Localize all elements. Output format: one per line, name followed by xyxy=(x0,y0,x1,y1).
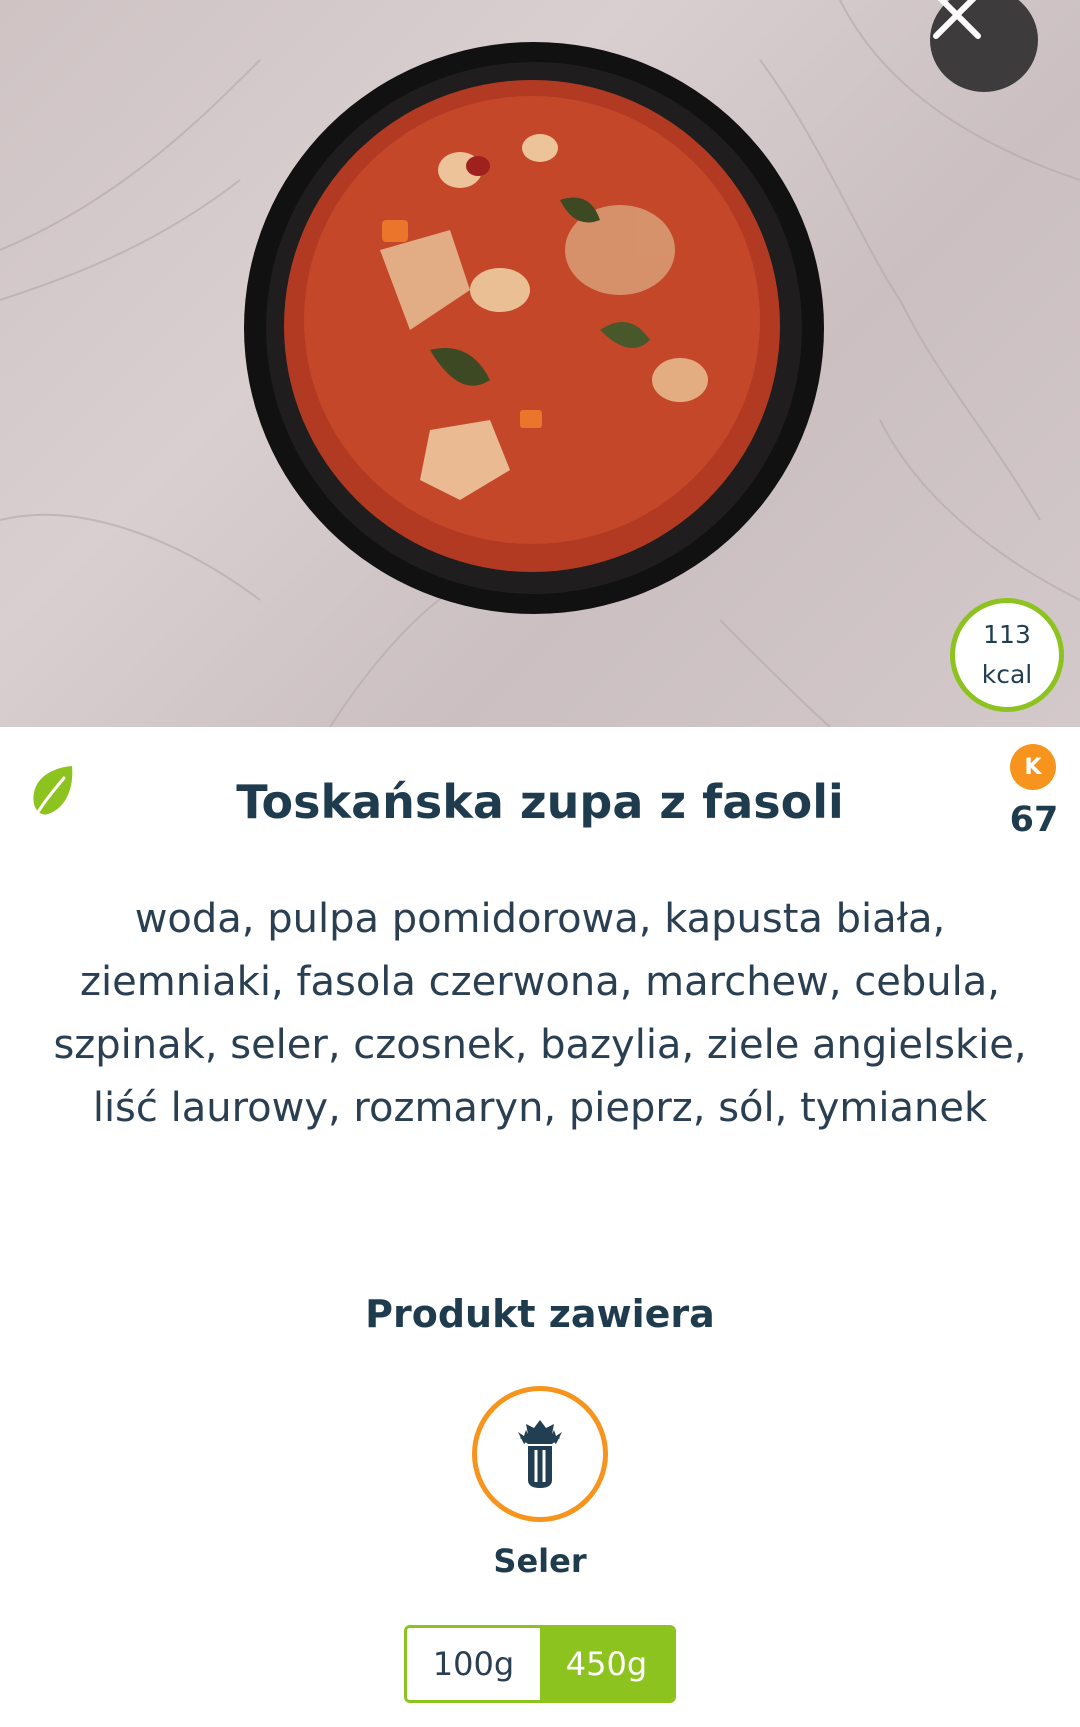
score-value: 67 xyxy=(1009,800,1059,840)
celery-icon xyxy=(518,1420,562,1488)
size-option-450g[interactable]: 450g xyxy=(540,1628,673,1700)
allergens-heading: Produkt zawiera xyxy=(365,1292,715,1336)
allergen-label: Seler xyxy=(493,1542,587,1580)
leaf-icon xyxy=(30,766,73,824)
soup-bowl-image xyxy=(0,0,1080,727)
product-photo: 113 kcal xyxy=(0,0,1080,727)
allergen-item-celery xyxy=(472,1386,608,1522)
size-option-100g[interactable]: 100g xyxy=(407,1628,540,1700)
calorie-value: 113 xyxy=(983,620,1031,649)
score-badge: K xyxy=(1010,744,1056,790)
calorie-badge: 113 kcal xyxy=(950,598,1064,712)
ingredients-text: woda, pulpa pomidorowa, kapusta biała, z… xyxy=(53,896,1027,1131)
portion-size-toggle: 100g 450g xyxy=(404,1625,676,1703)
product-title: Toskańska zupa z fasoli xyxy=(236,775,844,829)
calorie-unit: kcal xyxy=(981,660,1033,689)
close-icon xyxy=(933,0,981,39)
